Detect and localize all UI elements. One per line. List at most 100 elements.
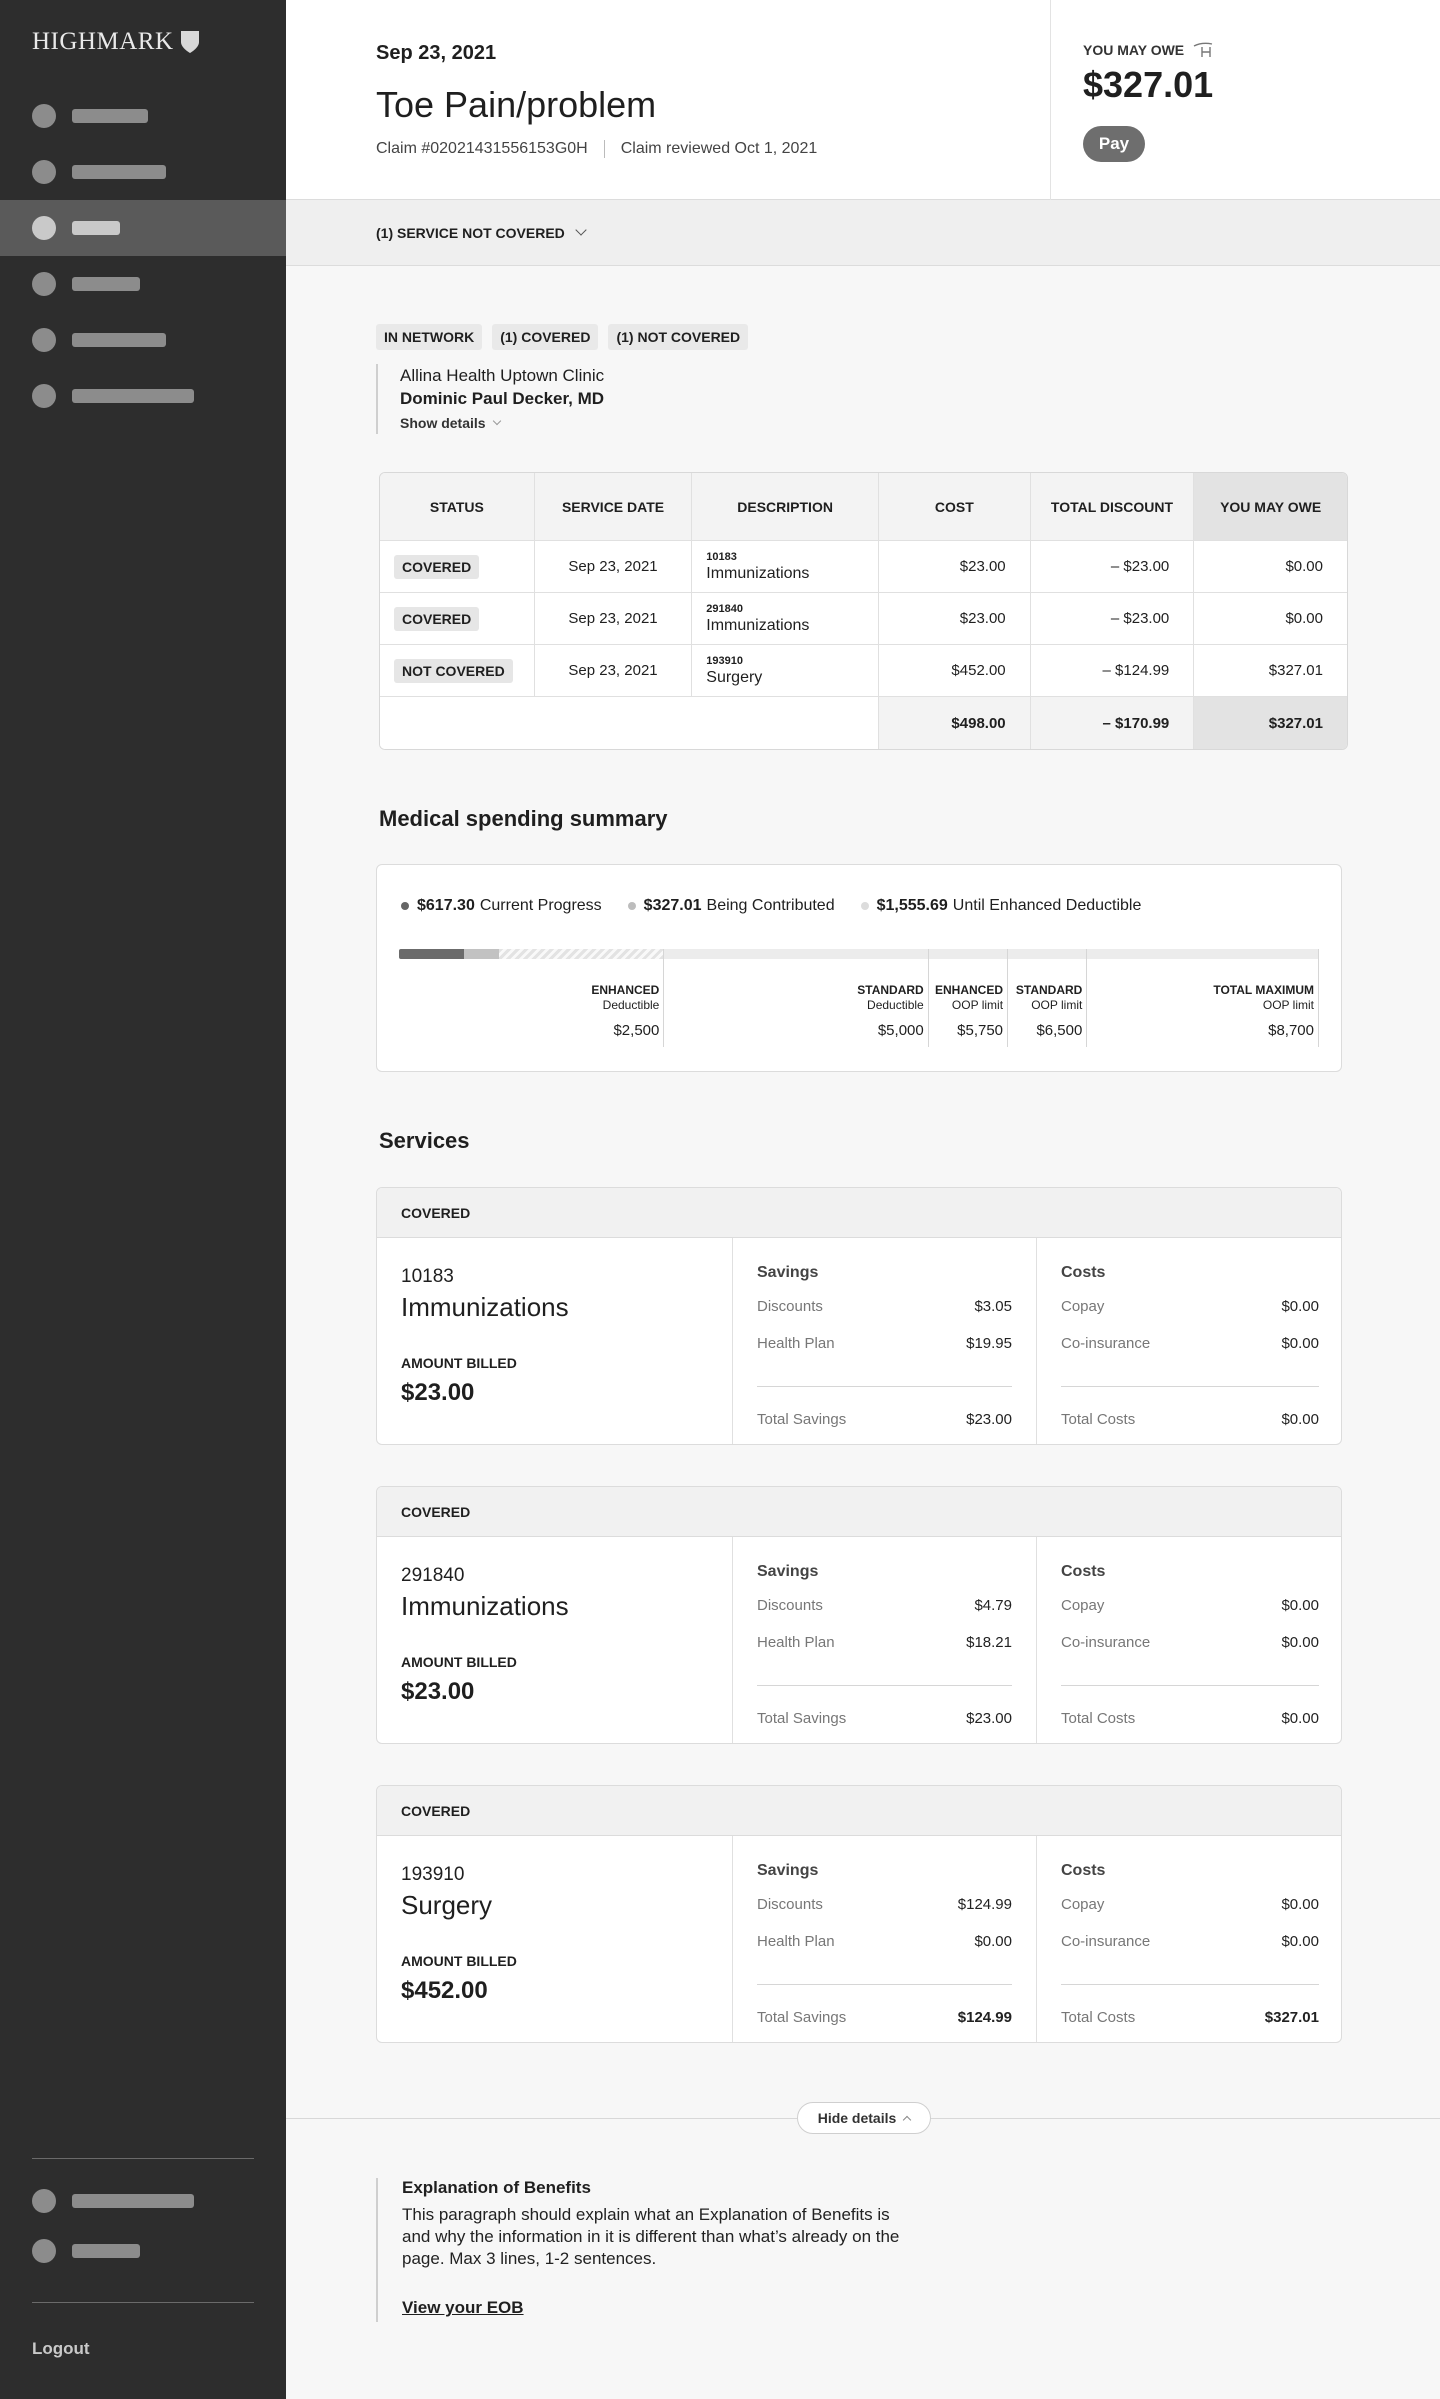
legend-until-deductible: $1,555.69 Until Enhanced Deductible	[860, 897, 1141, 915]
costs-column: Costs Copay $0.00 Co-insurance $0.00 Total…	[1037, 1836, 1341, 2042]
status-badge: COVERED	[394, 554, 480, 579]
nav-placeholder-label	[72, 389, 194, 403]
row-value: $0.00	[1281, 1411, 1319, 1428]
sidebar-item-6[interactable]	[0, 368, 286, 424]
milestone-label: ENHANCED Deductible $2,500	[543, 983, 659, 1038]
sidebar-item-5[interactable]	[0, 312, 286, 368]
legend-amount: $327.01	[643, 897, 702, 914]
nav-placeholder-icon	[32, 2239, 56, 2263]
savings-title: Savings	[757, 1264, 819, 1281]
total-savings-row: Total Savings $23.00	[757, 1710, 1012, 1727]
sidebar-item-2[interactable]	[0, 144, 286, 200]
pay-button[interactable]: Pay	[1083, 126, 1145, 162]
service-summary: 291840 Immunizations AMOUNT BILLED $23.0…	[377, 1537, 733, 1743]
service-name: Immunizations	[706, 564, 810, 582]
status-badge: COVERED	[394, 606, 480, 631]
legend-amount: $617.30	[417, 897, 475, 914]
date-cell: Sep 23, 2021	[534, 541, 693, 593]
legend-dot-icon	[860, 902, 869, 910]
owe-label: YOU MAY OWE	[1083, 42, 1216, 58]
sidebar-item-4[interactable]	[0, 256, 286, 312]
discount-cell: – $124.99	[1030, 645, 1195, 697]
sidebar-divider	[32, 2158, 254, 2159]
costs-title: Costs	[1061, 1563, 1106, 1580]
legend-dot-icon	[401, 902, 409, 910]
sidebar-item-3-active[interactable]	[0, 200, 286, 256]
view-eob-link[interactable]: View your EOB	[402, 2298, 524, 2318]
owe-panel: YOU MAY OWE $327.01 Pay	[1050, 0, 1440, 200]
row-label: Total Savings	[757, 2009, 847, 2026]
amount-billed-label: AMOUNT BILLED	[401, 1355, 517, 1371]
table-total-row: $498.00 – $170.99 $327.01	[380, 697, 1347, 749]
row-label: Copay	[1061, 1597, 1105, 1614]
milestone-kind: OOP limit	[1031, 998, 1083, 1012]
row-label: Total Costs	[1061, 2009, 1136, 2026]
discounts-row: Discounts $4.79	[757, 1597, 1012, 1614]
logout-link[interactable]: Logout	[32, 2339, 90, 2359]
not-covered-count-badge: (1) NOT COVERED	[608, 324, 749, 350]
milestone-kind: OOP limit	[1262, 998, 1314, 1012]
cost-cell: $452.00	[878, 645, 1031, 697]
col-cost: COST	[878, 473, 1031, 541]
divider	[1061, 1386, 1319, 1387]
highmark-logo[interactable]: HIGHMARK	[32, 28, 200, 56]
divider	[757, 1685, 1012, 1686]
nav-placeholder-icon	[32, 104, 56, 128]
row-value: $18.21	[966, 1634, 1012, 1651]
status-cell: NOT COVERED	[380, 645, 535, 697]
nav-placeholder-label	[72, 333, 166, 347]
sidebar-item-secondary-2[interactable]	[0, 2226, 286, 2276]
amount-billed-label: AMOUNT BILLED	[401, 1654, 517, 1670]
nav-placeholder-icon	[32, 160, 56, 184]
milestone-type: ENHANCED	[591, 983, 660, 997]
service-name: Immunizations	[401, 1591, 569, 1621]
row-value: $0.00	[1281, 1597, 1319, 1614]
owe-amount: $327.01	[1083, 64, 1214, 105]
page-title: Toe Pain/problem	[376, 84, 657, 125]
table-row: COVERED Sep 23, 2021 10183 Immunizations …	[380, 541, 1347, 593]
sidebar-item-1[interactable]	[0, 88, 286, 144]
nav-placeholder-icon	[32, 2189, 56, 2213]
col-description: DESCRIPTION	[692, 473, 879, 541]
divider	[757, 1984, 1012, 1985]
service-card: COVERED 291840 Immunizations AMOUNT BILL…	[376, 1486, 1342, 1744]
service-status: COVERED	[377, 1786, 1341, 1836]
not-covered-toggle[interactable]: (1) SERVICE NOT COVERED	[286, 200, 1440, 266]
sidebar-item-secondary-1[interactable]	[0, 2176, 286, 2226]
row-label: Total Savings	[757, 1710, 847, 1727]
spending-summary-card: $617.30 Current Progress $327.01 Being C…	[376, 864, 1342, 1072]
coinsurance-row: Co-insurance $0.00	[1061, 1335, 1319, 1352]
milestone-marker	[663, 949, 665, 1047]
hide-details-label: Hide details	[817, 2110, 897, 2126]
row-value: $0.00	[1281, 1634, 1319, 1651]
total-savings-row: Total Savings $23.00	[757, 1411, 1012, 1428]
shield-icon	[180, 31, 199, 53]
row-value: $4.79	[974, 1597, 1012, 1614]
health-plan-row: Health Plan $18.21	[757, 1634, 1012, 1651]
service-code: 193910	[706, 654, 743, 667]
services-title: Services	[379, 1128, 470, 1153]
row-value: $124.99	[957, 1896, 1012, 1913]
row-value: $0.00	[1281, 1933, 1319, 1950]
nav-placeholder-label	[72, 221, 120, 235]
claim-meta: Claim #02021431556153G0H Claim reviewed …	[376, 140, 817, 158]
hide-details-button[interactable]: Hide details	[797, 2102, 931, 2134]
row-label: Discounts	[757, 1298, 823, 1315]
row-label: Copay	[1061, 1298, 1105, 1315]
coinsurance-row: Co-insurance $0.00	[1061, 1634, 1319, 1651]
row-value: $0.00	[1281, 1298, 1319, 1315]
service-code: 291840	[401, 1565, 465, 1586]
row-label: Total Costs	[1061, 1411, 1136, 1428]
milestone-marker	[1318, 949, 1319, 1047]
table-row: COVERED Sep 23, 2021 291840 Immunizations…	[380, 593, 1347, 645]
savings-column: Savings Discounts $3.05 Health Plan $19.95…	[733, 1238, 1037, 1444]
divider	[1061, 1685, 1319, 1686]
row-label: Discounts	[757, 1597, 823, 1614]
health-plan-row: Health Plan $0.00	[757, 1933, 1012, 1950]
amount-billed-label: AMOUNT BILLED	[401, 1953, 517, 1969]
spending-legend: $617.30 Current Progress $327.01 Being C…	[401, 897, 1141, 915]
cost-cell: $23.00	[878, 541, 1031, 593]
show-details-toggle[interactable]: Show details	[400, 415, 604, 431]
nav-placeholder-label	[72, 109, 148, 123]
legend-current-progress: $617.30 Current Progress	[401, 897, 602, 915]
